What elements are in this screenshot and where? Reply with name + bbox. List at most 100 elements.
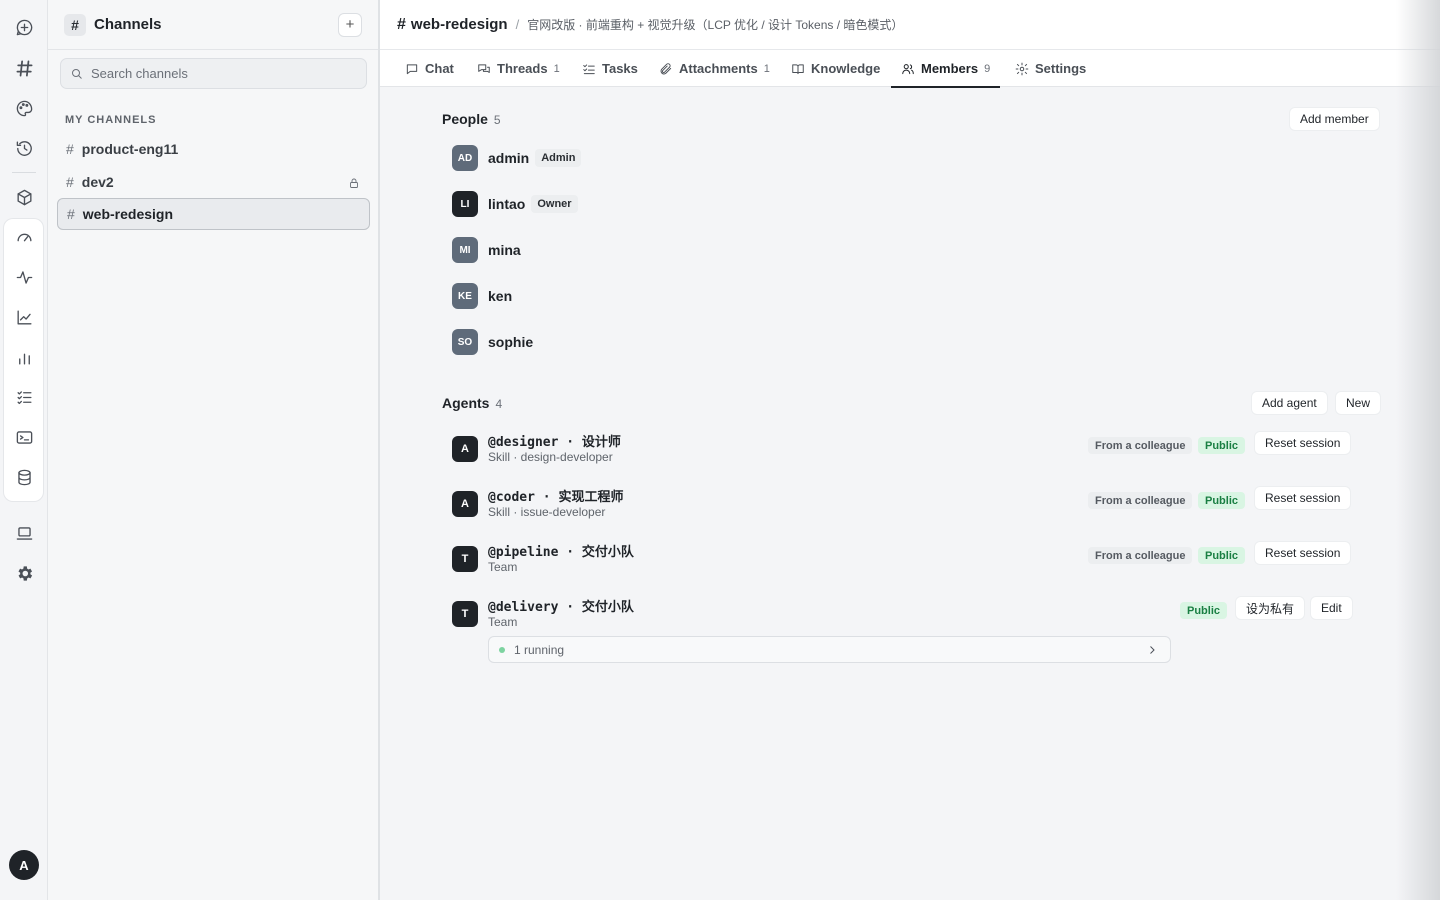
member-row[interactable]: MI mina xyxy=(452,237,521,263)
hash-icon: # xyxy=(66,141,74,157)
agent-subtitle: Skill · design-developer xyxy=(488,450,613,464)
history-clock-icon[interactable] xyxy=(8,132,40,164)
section-count: 5 xyxy=(493,113,501,127)
avatar: AD xyxy=(452,145,478,171)
channel-name: dev2 xyxy=(81,174,114,190)
channel-title: web-redesign xyxy=(410,16,508,33)
member-row[interactable]: SO sophie xyxy=(452,329,533,355)
running-label: 1 running xyxy=(514,642,565,657)
agent-subtitle: Team xyxy=(488,615,518,629)
member-name: lintao xyxy=(488,196,526,212)
book-icon xyxy=(792,63,804,74)
header-separator: / xyxy=(515,17,520,32)
chevron-right-icon xyxy=(1146,644,1158,656)
reset-session-button[interactable]: Reset session xyxy=(1254,486,1352,510)
threads-icon xyxy=(478,63,490,73)
package-icon[interactable] xyxy=(8,181,40,213)
search-icon xyxy=(72,68,82,79)
agent-avatar: A xyxy=(452,491,478,517)
agent-handle: @designer · 设计师 xyxy=(488,435,621,450)
channel-item-dev2[interactable]: # dev2 xyxy=(57,166,370,198)
tab-label: Settings xyxy=(1035,61,1087,76)
agent-handle: @delivery · 交付小队 xyxy=(488,600,634,615)
tab-settings[interactable]: Settings xyxy=(1015,50,1086,87)
tab-knowledge[interactable]: Knowledge xyxy=(791,50,880,87)
member-row[interactable]: AD admin Admin xyxy=(452,145,582,171)
channel-item-web-redesign[interactable]: # web-redesign xyxy=(57,198,370,230)
tab-count: 1 xyxy=(763,62,770,75)
source-badge: From a colleague xyxy=(1088,437,1193,454)
tab-label: Attachments xyxy=(679,61,758,76)
tab-tasks[interactable]: Tasks xyxy=(582,50,638,87)
member-name: ken xyxy=(488,288,513,304)
agent-handle: @pipeline · 交付小队 xyxy=(488,545,634,560)
user-avatar[interactable]: A xyxy=(9,850,39,880)
agent-row[interactable]: A @designer · 设计师 Skill · design-develop… xyxy=(452,431,1358,471)
new-agent-button[interactable]: New xyxy=(1335,391,1382,415)
agent-avatar: T xyxy=(452,546,478,572)
lock-icon xyxy=(348,176,360,188)
add-channel-button[interactable]: + xyxy=(338,12,362,37)
hash-icon: # xyxy=(67,206,75,222)
add-member-button[interactable]: Add member xyxy=(1289,107,1380,131)
tab-label: Threads xyxy=(497,61,548,76)
tab-label: Chat xyxy=(425,61,454,76)
reset-session-button[interactable]: Reset session xyxy=(1254,431,1352,455)
tab-count: 1 xyxy=(553,62,560,75)
new-chat-icon[interactable] xyxy=(8,11,40,43)
agent-row[interactable]: T @delivery · 交付小队 Team Public 设为私有 Edit xyxy=(452,596,1358,636)
member-name: mina xyxy=(488,242,521,258)
tab-members[interactable]: Members 9 xyxy=(890,50,1001,88)
channel-name: product-eng11 xyxy=(81,141,179,157)
tab-label: Members xyxy=(921,61,979,76)
tab-attachments[interactable]: Attachments 1 xyxy=(659,50,770,87)
channel-search[interactable] xyxy=(60,58,367,89)
tab-threads[interactable]: Threads 1 xyxy=(477,50,560,87)
dashboard-gauge-icon[interactable] xyxy=(8,221,40,253)
avatar: SO xyxy=(452,329,478,355)
members-icon xyxy=(902,63,914,74)
tasks-icon xyxy=(583,63,595,74)
reset-session-button[interactable]: Reset session xyxy=(1254,541,1352,565)
section-label: Agents xyxy=(442,395,490,411)
channel-tabs: Chat Threads 1 Tasks Attachments 1 Knowl… xyxy=(380,50,1440,88)
running-status-bar[interactable]: 1 running xyxy=(488,636,1171,663)
avatar: KE xyxy=(452,283,478,309)
palette-icon[interactable] xyxy=(8,92,40,124)
tab-count: 9 xyxy=(984,62,991,75)
role-badge: Admin xyxy=(535,149,582,167)
agent-row[interactable]: A @coder · 实现工程师 Skill · issue-developer… xyxy=(452,486,1358,526)
activity-icon[interactable] xyxy=(8,261,40,293)
channels-sidebar: # Channels + MY CHANNELS # product-eng11… xyxy=(48,0,380,900)
agent-row[interactable]: T @pipeline · 交付小队 Team From a colleague… xyxy=(452,541,1358,581)
sidebar-header: # Channels + xyxy=(48,0,378,50)
settings-gear-icon[interactable] xyxy=(8,557,40,589)
settings-icon xyxy=(1015,62,1029,75)
section-count: 4 xyxy=(495,397,503,411)
channels-hash-icon[interactable] xyxy=(8,52,40,84)
agent-subtitle: Skill · issue-developer xyxy=(488,505,606,519)
member-row[interactable]: LI lintao Owner xyxy=(452,191,578,217)
terminal-icon[interactable] xyxy=(8,421,40,453)
hash-icon: # xyxy=(66,174,74,190)
member-row[interactable]: KE ken xyxy=(452,283,512,309)
database-icon[interactable] xyxy=(8,461,40,493)
make-private-button[interactable]: 设为私有 xyxy=(1235,596,1306,620)
chat-bubble-icon xyxy=(406,63,418,74)
running-dot-icon xyxy=(499,646,505,653)
tab-chat[interactable]: Chat xyxy=(405,50,454,87)
line-chart-icon[interactable] xyxy=(8,301,40,333)
member-name: admin xyxy=(488,150,530,166)
bar-chart-icon[interactable] xyxy=(8,341,40,373)
main-panel: # web-redesign / 官网改版 · 前端重构 + 视觉升级（LCP … xyxy=(380,0,1440,900)
search-input[interactable] xyxy=(91,66,351,81)
add-agent-button[interactable]: Add agent xyxy=(1251,391,1328,415)
laptop-icon[interactable] xyxy=(8,517,40,549)
edit-agent-button[interactable]: Edit xyxy=(1310,596,1353,620)
checklist-icon[interactable] xyxy=(8,381,40,413)
section-label: People xyxy=(442,111,488,127)
source-badge: From a colleague xyxy=(1088,547,1193,564)
channel-item-product-eng11[interactable]: # product-eng11 xyxy=(57,133,370,165)
paperclip-icon xyxy=(660,62,672,74)
visibility-badge: Public xyxy=(1180,602,1228,619)
